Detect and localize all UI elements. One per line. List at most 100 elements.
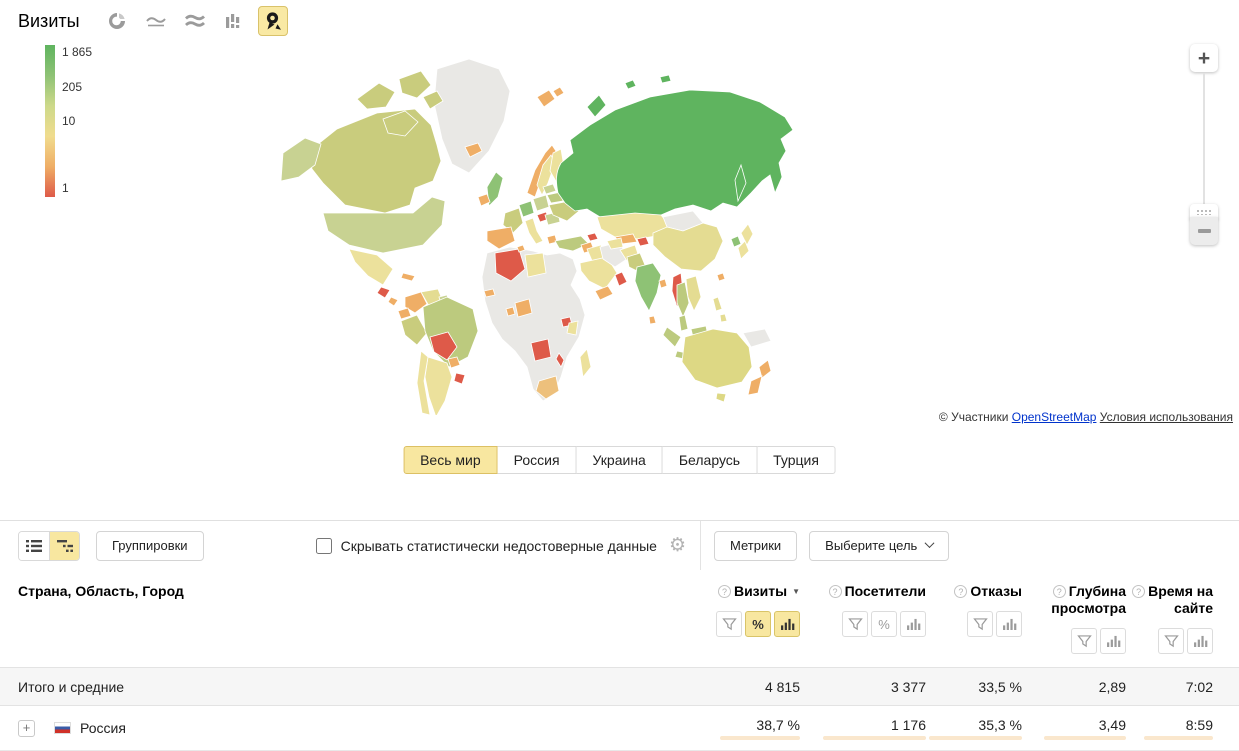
country-oman[interactable]: [615, 272, 627, 286]
bounce-bars-toggle-button[interactable]: [996, 611, 1022, 637]
gear-icon[interactable]: ⚙: [669, 536, 686, 555]
tab-turkey[interactable]: Турция: [757, 446, 836, 474]
tab-belarus[interactable]: Беларусь: [663, 446, 757, 474]
country-philippines-1[interactable]: [713, 297, 722, 311]
totals-time: 7:02: [1126, 679, 1213, 695]
country-germany[interactable]: [519, 201, 534, 217]
country-bangladesh[interactable]: [659, 279, 667, 288]
country-guatemala[interactable]: [377, 287, 390, 298]
map-chart-icon[interactable]: [258, 6, 288, 36]
openstreetmap-link[interactable]: OpenStreetMap: [1012, 410, 1097, 424]
depth-funnel-filter-button[interactable]: [1071, 628, 1097, 654]
tab-whole-world[interactable]: Весь мир: [403, 446, 498, 474]
zoom-in-button[interactable]: +: [1190, 44, 1218, 72]
terms-of-use-link[interactable]: Условия использования: [1100, 410, 1233, 424]
map-attribution: © Участники OpenStreetMap Условия исполь…: [939, 410, 1233, 424]
visitors-percent-toggle-button[interactable]: %: [871, 611, 897, 637]
flat-list-view-button[interactable]: [19, 532, 49, 560]
metrics-button[interactable]: Метрики: [714, 531, 797, 561]
bounce-funnel-filter-button[interactable]: [967, 611, 993, 637]
groupings-button[interactable]: Группировки: [96, 531, 204, 561]
help-icon[interactable]: ?: [718, 585, 731, 598]
country-alaska[interactable]: [281, 138, 321, 181]
stacked-area-chart-icon[interactable]: [180, 6, 210, 36]
totals-label: Итого и средние: [18, 679, 124, 695]
country-cuba[interactable]: [401, 273, 415, 281]
country-poland[interactable]: [533, 195, 549, 211]
column-header-visits[interactable]: ?Визиты▼: [700, 583, 800, 600]
visitors-funnel-filter-button[interactable]: [842, 611, 868, 637]
country-yemen[interactable]: [595, 286, 613, 300]
country-angola[interactable]: [531, 339, 551, 361]
tab-russia[interactable]: Россия: [498, 446, 577, 474]
country-ghana[interactable]: [506, 307, 515, 316]
country-caucasus[interactable]: [587, 233, 598, 241]
country-brazil[interactable]: [423, 297, 478, 367]
country-sumatra[interactable]: [663, 327, 681, 347]
country-taiwan[interactable]: [717, 273, 725, 281]
country-japan-1[interactable]: [741, 224, 753, 245]
country-australia[interactable]: [682, 329, 752, 388]
expand-row-button[interactable]: +: [18, 720, 35, 737]
country-china[interactable]: [653, 223, 723, 271]
help-icon[interactable]: ?: [954, 585, 967, 598]
visits-bars-toggle-button[interactable]: [774, 611, 800, 637]
zoom-out-button[interactable]: [1190, 217, 1218, 245]
help-icon[interactable]: ?: [1053, 585, 1066, 598]
country-tasmania[interactable]: [716, 393, 726, 402]
view-mode-toggle: [18, 531, 80, 561]
country-spain[interactable]: [487, 227, 515, 249]
help-icon[interactable]: ?: [1132, 585, 1145, 598]
totals-bounce: 33,5 %: [926, 679, 1022, 695]
country-madagascar[interactable]: [580, 349, 591, 377]
country-libya[interactable]: [525, 253, 546, 277]
visits-funnel-filter-button[interactable]: [716, 611, 742, 637]
country-novaya-zemlya[interactable]: [587, 95, 606, 117]
hide-unreliable-label[interactable]: Скрывать статистически недостоверные дан…: [341, 538, 657, 554]
country-svalbard-2[interactable]: [553, 87, 564, 97]
country-nz-north[interactable]: [759, 360, 771, 378]
country-arctic-isl[interactable]: [660, 75, 671, 83]
country-argentina[interactable]: [425, 357, 452, 415]
country-malaysia[interactable]: [679, 315, 688, 331]
sort-desc-icon: ▼: [792, 587, 800, 596]
country-nz-south[interactable]: [748, 376, 762, 395]
country-franz-josef[interactable]: [625, 80, 636, 89]
world-map[interactable]: [265, 45, 825, 415]
choose-goal-button[interactable]: Выберите цель: [809, 531, 949, 561]
depth-bars-toggle-button[interactable]: [1100, 628, 1126, 654]
country-india[interactable]: [635, 263, 661, 311]
visits-percent-toggle-button[interactable]: %: [745, 611, 771, 637]
country-name-link[interactable]: Россия: [80, 720, 126, 736]
time-bars-toggle-button[interactable]: [1187, 628, 1213, 654]
country-korea[interactable]: [731, 236, 741, 247]
country-peru[interactable]: [401, 315, 427, 345]
tree-view-button[interactable]: [49, 532, 79, 560]
time-funnel-filter-button[interactable]: [1158, 628, 1184, 654]
table-controls-right: Метрики Выберите цель: [700, 521, 1239, 570]
column-header-visitors[interactable]: ?Посетители: [800, 583, 926, 600]
column-chart-icon[interactable]: [219, 6, 249, 36]
bounce-bar: [929, 736, 1022, 740]
country-kenya[interactable]: [567, 321, 578, 335]
country-costarica[interactable]: [388, 297, 398, 306]
country-canada-isl-1[interactable]: [357, 83, 395, 109]
country-svalbard-1[interactable]: [537, 90, 555, 107]
column-header-depth[interactable]: ?Глубина просмотра: [1022, 583, 1126, 617]
country-mexico[interactable]: [349, 249, 393, 285]
help-icon[interactable]: ?: [829, 585, 842, 598]
country-canada-isl-2[interactable]: [399, 71, 431, 98]
tab-ukraine[interactable]: Украина: [577, 446, 663, 474]
line-chart-icon[interactable]: [141, 6, 171, 36]
column-header-bounce[interactable]: ?Отказы: [926, 583, 1022, 600]
country-uruguay[interactable]: [454, 373, 465, 384]
column-header-time[interactable]: ?Время на сайте: [1126, 583, 1213, 617]
country-canada[interactable]: [307, 109, 441, 213]
pie-chart-icon[interactable]: [102, 6, 132, 36]
zoom-slider-track[interactable]: [1203, 73, 1205, 205]
country-tajikistan[interactable]: [637, 237, 649, 246]
visitors-bars-toggle-button[interactable]: [900, 611, 926, 637]
country-philippines-2[interactable]: [720, 314, 727, 322]
country-srilanka[interactable]: [649, 316, 656, 324]
hide-unreliable-checkbox[interactable]: [316, 538, 332, 554]
